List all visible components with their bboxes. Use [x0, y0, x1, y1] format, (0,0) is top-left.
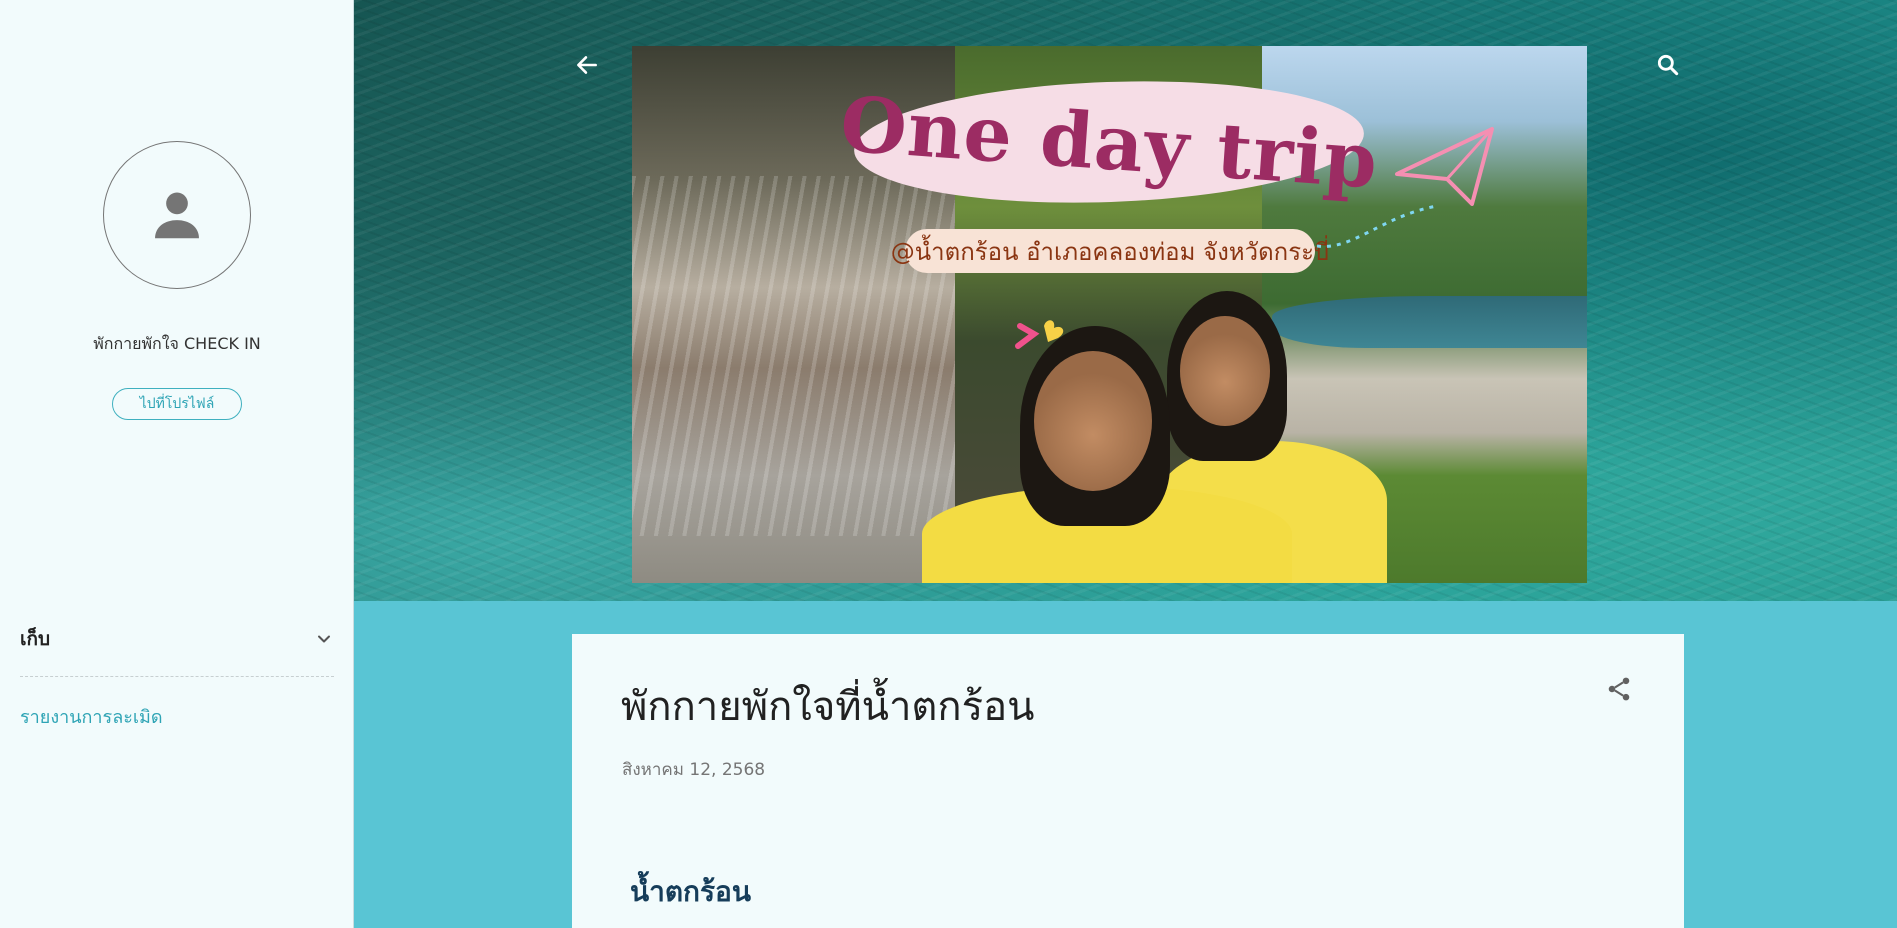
search-icon	[1657, 54, 1679, 76]
search-button[interactable]	[1648, 45, 1688, 85]
header-banner-image: One day trip @น้ำตกร้อน อำเภอคลองท่อม จั…	[632, 46, 1587, 583]
share-icon	[1608, 677, 1630, 701]
banner-title-pill: One day trip	[837, 73, 1381, 211]
visit-profile-button[interactable]: ไปที่โปรไฟล์	[112, 388, 242, 420]
hot-spring-pool	[1272, 296, 1587, 348]
sidebar-divider	[20, 676, 334, 677]
banner-title: One day trip	[837, 78, 1381, 206]
post-date[interactable]: สิงหาคม 12, 2568	[622, 756, 765, 783]
banner-subtitle-pill: @น้ำตกร้อน อำเภอคลองท่อม จังหวัดกระบี่	[891, 229, 1329, 273]
person-icon	[155, 192, 199, 239]
person-left-face	[1034, 351, 1152, 491]
person-right-face	[1180, 316, 1270, 426]
banner-subtitle: @น้ำตกร้อน อำเภอคลองท่อม จังหวัดกระบี่	[890, 237, 1330, 266]
share-button[interactable]	[1602, 672, 1636, 706]
profile-name: พักกายพักใจ CHECK IN	[93, 334, 261, 353]
avatar[interactable]	[103, 141, 251, 289]
section-heading: น้ำตกร้อน	[630, 875, 751, 908]
chevron-down-icon	[318, 635, 330, 643]
report-abuse-link[interactable]: รายงานการละเมิด	[20, 702, 163, 731]
post-title[interactable]: พักกายพักใจที่น้ำตกร้อน	[621, 674, 1034, 738]
back-button[interactable]	[567, 45, 607, 85]
dotted-trail-icon	[1316, 204, 1438, 248]
archive-toggle[interactable]: เก็บ	[20, 624, 334, 654]
arrow-back-icon	[577, 56, 597, 74]
post-card: พักกายพักใจที่น้ำตกร้อน สิงหาคม 12, 2568…	[572, 634, 1684, 928]
heart-doodle-icon	[1015, 320, 1064, 349]
sidebar: พักกายพักใจ CHECK IN ไปที่โปรไฟล์ เก็บ ร…	[0, 0, 354, 928]
archive-label: เก็บ	[20, 628, 51, 650]
